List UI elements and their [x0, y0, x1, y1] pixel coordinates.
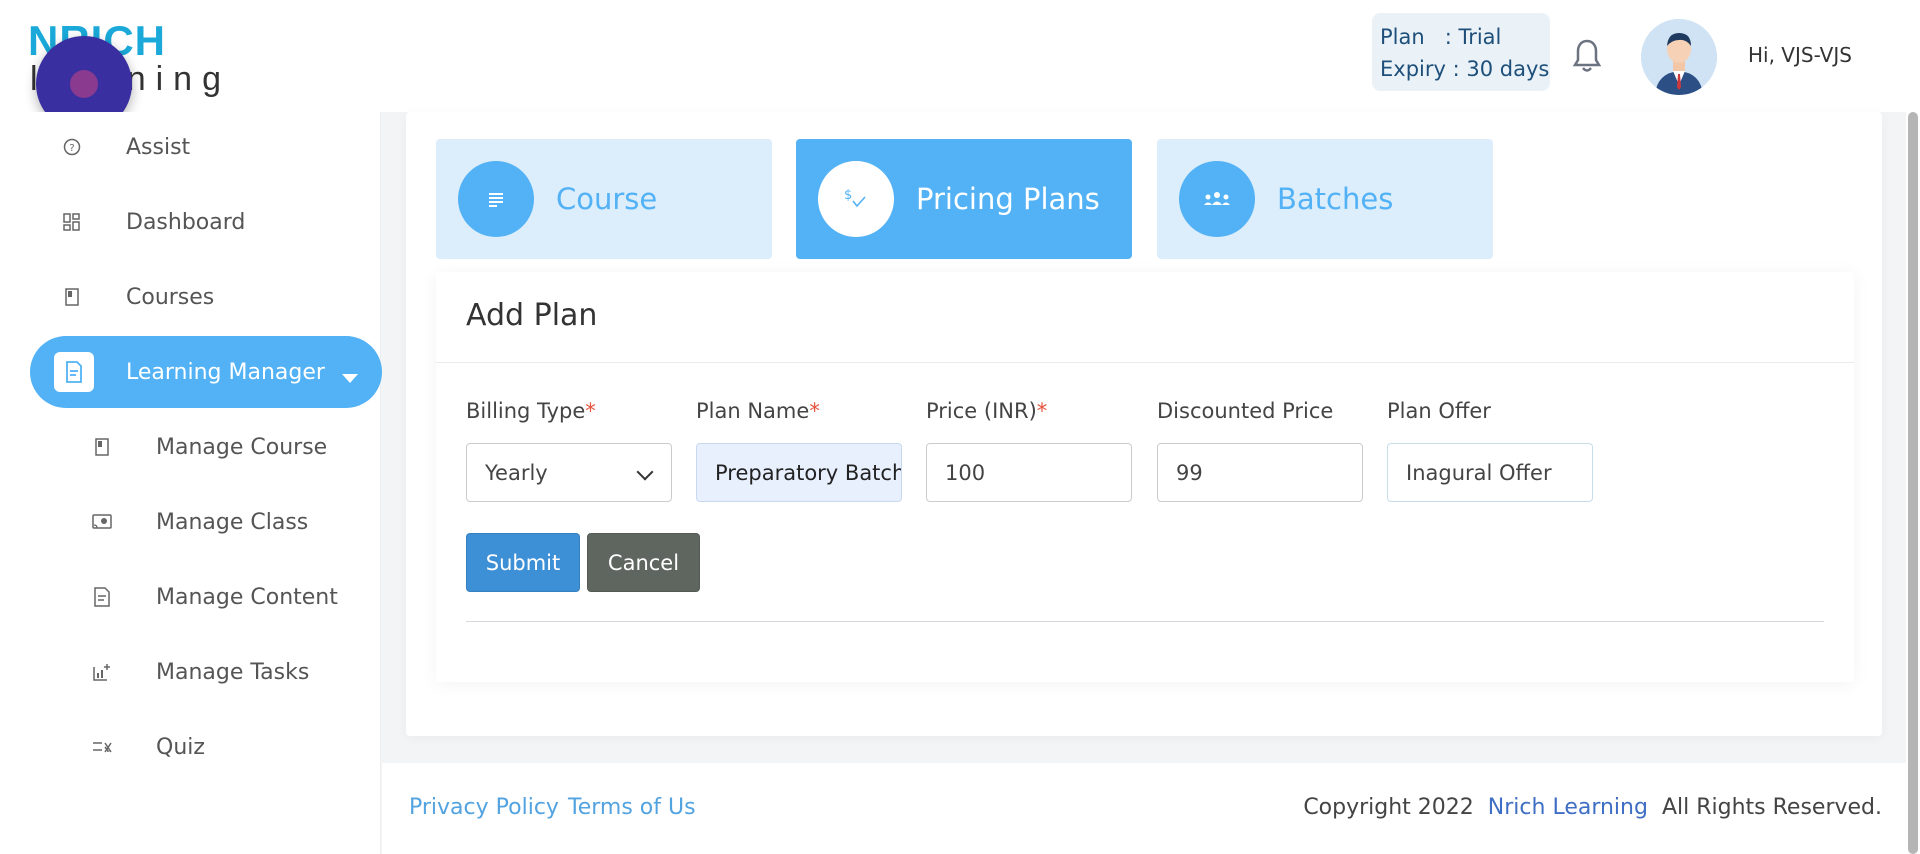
- step-course[interactable]: Course: [436, 139, 772, 259]
- sidebar-item-quiz[interactable]: Quiz: [30, 711, 382, 783]
- cancel-button[interactable]: Cancel: [587, 533, 700, 592]
- step-batches[interactable]: Batches: [1157, 139, 1493, 259]
- chart-plus-icon: [92, 662, 112, 682]
- copyright-text: Copyright 2022 Nrich Learning All Rights…: [1303, 795, 1882, 820]
- sidebar-item-label: Manage Course: [156, 434, 328, 460]
- sidebar-item-dashboard[interactable]: Dashboard: [30, 186, 382, 258]
- billing-type-label-text: Billing Type: [466, 399, 586, 423]
- dashboard-grid-icon: [62, 212, 82, 232]
- sidebar-item-label: Manage Class: [156, 509, 309, 535]
- sidebar-item-label: Assist: [126, 134, 191, 160]
- help-circle-icon: ?: [62, 137, 82, 157]
- sidebar-item-label: Quiz: [156, 734, 205, 760]
- chevron-down-icon[interactable]: [342, 374, 358, 383]
- add-plan-form: Add Plan Billing Type* Yearly Plan Name*…: [436, 272, 1854, 682]
- sidebar-item-manage-tasks[interactable]: Manage Tasks: [30, 636, 382, 708]
- document-icon: [92, 587, 112, 607]
- plan-offer-input[interactable]: Inagural Offer: [1387, 443, 1593, 502]
- price-value: 100: [945, 460, 986, 485]
- scrollbar-thumb[interactable]: [1908, 112, 1918, 854]
- billing-type-label: Billing Type*: [466, 399, 596, 423]
- footer: Privacy Policy Terms of Us Copyright 202…: [382, 763, 1920, 854]
- book-icon: [92, 437, 112, 457]
- copyright-suffix: All Rights Reserved.: [1661, 795, 1882, 820]
- svg-text:?: ?: [69, 143, 74, 154]
- step-label: Course: [556, 182, 658, 216]
- chevron-down-icon: [636, 463, 654, 481]
- price-input[interactable]: 100: [926, 443, 1132, 502]
- sidebar-item-label: Courses: [126, 284, 215, 310]
- top-header: NRICH learning Plan : Trial Expiry : 30 …: [0, 0, 1920, 132]
- sidebar-item-label: Learning Manager: [126, 359, 325, 385]
- form-bottom-divider: [466, 621, 1824, 622]
- plan-offer-label: Plan Offer: [1387, 399, 1491, 423]
- cast-icon: [92, 512, 112, 532]
- sidebar-item-learning-manager[interactable]: Learning Manager: [30, 336, 382, 408]
- user-greeting[interactable]: Hi, VJS-VJS: [1748, 43, 1852, 67]
- price-label: Price (INR)*: [926, 399, 1047, 423]
- book-icon: [62, 287, 82, 307]
- list-icon: [458, 161, 534, 237]
- discounted-price-input[interactable]: 99: [1157, 443, 1363, 502]
- step-label: Batches: [1277, 182, 1394, 216]
- submit-button[interactable]: Submit: [466, 533, 580, 592]
- copyright-prefix: Copyright 2022: [1303, 795, 1474, 820]
- brand-link[interactable]: Nrich Learning: [1488, 795, 1648, 820]
- plan-info-box: Plan : Trial Expiry : 30 days: [1372, 13, 1550, 91]
- terms-link[interactable]: Terms of Us: [568, 795, 696, 820]
- billing-type-value: Yearly: [485, 460, 548, 485]
- sidebar-item-label: Manage Content: [156, 584, 338, 610]
- required-mark: *: [1036, 399, 1048, 423]
- notification-bell-icon[interactable]: [1572, 38, 1602, 74]
- discounted-price-label: Discounted Price: [1157, 399, 1334, 423]
- plan-name-label: Plan Name*: [696, 399, 820, 423]
- sidebar-item-courses[interactable]: Courses: [30, 261, 382, 333]
- step-label: Pricing Plans: [916, 182, 1100, 216]
- svg-text:$: $: [844, 188, 852, 203]
- form-divider: [436, 362, 1854, 363]
- required-mark: *: [809, 399, 820, 423]
- sidebar-item-manage-class[interactable]: Manage Class: [30, 486, 382, 558]
- discounted-price-value: 99: [1176, 460, 1203, 485]
- plan-name-input[interactable]: Preparatory Batch: [696, 443, 902, 502]
- step-pricing-plans[interactable]: $ Pricing Plans: [796, 139, 1132, 259]
- checklist-icon: [92, 737, 112, 757]
- price-label-text: Price (INR): [926, 399, 1037, 423]
- group-icon: [1179, 161, 1255, 237]
- billing-type-select[interactable]: Yearly: [466, 443, 672, 502]
- plan-name-label-text: Plan Name: [696, 399, 810, 423]
- sidebar-item-manage-content[interactable]: Manage Content: [30, 561, 382, 633]
- form-title: Add Plan: [466, 298, 598, 333]
- plan-offer-value: Inagural Offer: [1406, 460, 1552, 485]
- plan-line: Plan : Trial: [1380, 25, 1502, 49]
- sidebar-item-manage-course[interactable]: Manage Course: [30, 411, 382, 483]
- privacy-policy-link[interactable]: Privacy Policy: [409, 795, 559, 820]
- plan-name-value: Preparatory Batch: [715, 460, 902, 485]
- sidebar-item-assist[interactable]: ? Assist: [30, 111, 382, 183]
- sidebar-item-label: Manage Tasks: [156, 659, 310, 685]
- expiry-line: Expiry : 30 days: [1380, 57, 1550, 81]
- price-check-icon: $: [818, 161, 894, 237]
- required-mark: *: [585, 399, 596, 423]
- sidebar-item-label: Dashboard: [126, 209, 246, 235]
- document-icon: [54, 352, 94, 392]
- avatar[interactable]: [1641, 19, 1717, 95]
